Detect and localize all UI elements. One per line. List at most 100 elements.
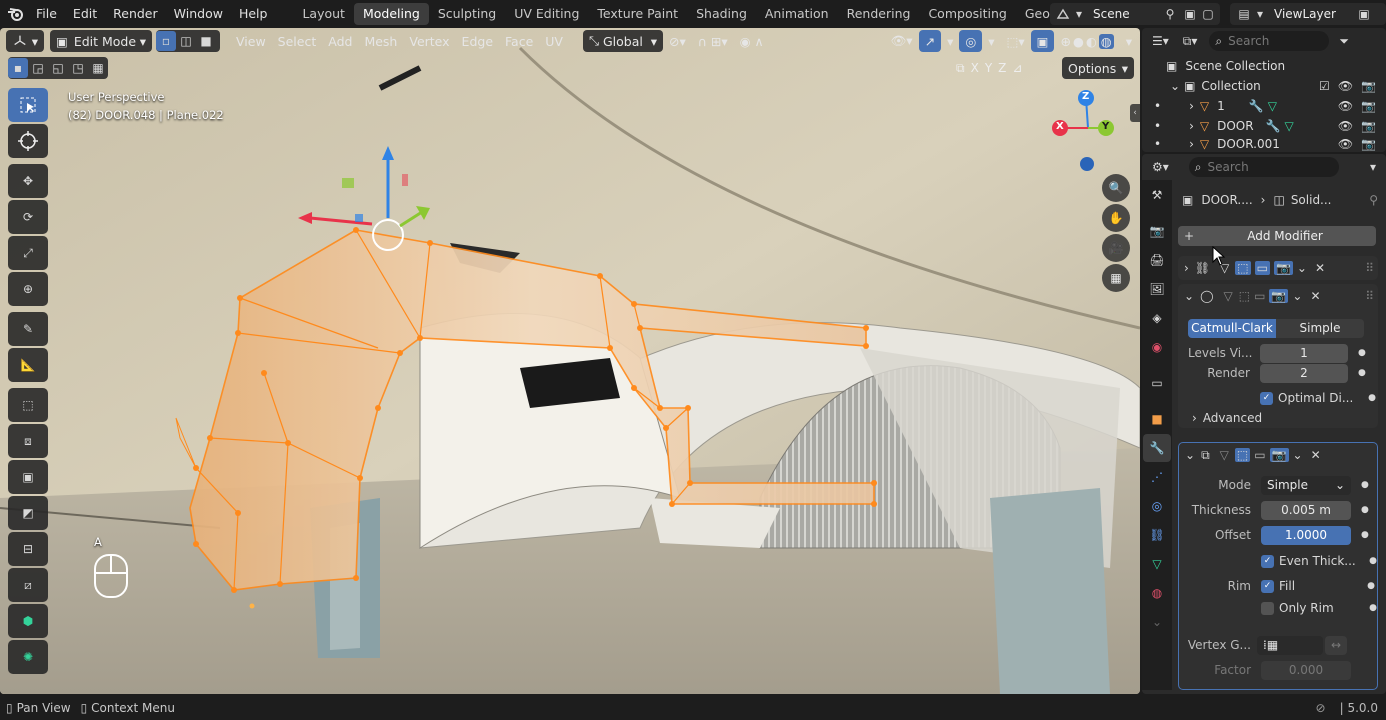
tab-modeling[interactable]: Modeling [353,3,429,25]
sidebar-toggle-icon[interactable]: ‹ [1130,104,1140,122]
annotate-tool-icon[interactable]: ✎ [8,312,48,346]
outliner-collection[interactable]: ⌄ ▣ Collection ☑ 👁 📷 [1142,76,1386,96]
offset-field[interactable]: 1.0000 [1261,525,1351,545]
visibility-icon[interactable]: 👁▾ [884,30,918,52]
overlays-menu-icon[interactable]: ▾ [982,30,1000,52]
constraints-tab-icon[interactable]: ⛓ [1143,521,1171,549]
scene-tab-icon[interactable]: ◈ [1143,304,1171,332]
eye-icon[interactable]: 👁 [1338,79,1353,93]
pan-view-icon[interactable]: ✋ [1102,204,1130,232]
edit-mode-toggle-icon[interactable]: ⬚ [1239,289,1250,303]
select-extend-icon[interactable]: ◲ [28,61,48,75]
eye-icon[interactable]: 👁 [1338,99,1353,113]
new-scene-icon[interactable]: ▣ [1182,6,1198,22]
tab-rendering[interactable]: Rendering [838,3,920,25]
menu-uv[interactable]: UV [539,30,569,52]
render-toggle-icon[interactable]: 📷 [1273,261,1293,275]
tool-tab-icon[interactable]: ⚒ [1143,181,1171,209]
world-tab-icon[interactable]: ◉ [1143,333,1171,361]
on-cage-icon[interactable]: ▽ [1220,448,1229,462]
transform-tool-icon[interactable]: ⊕ [8,272,48,306]
xray-toggle-icon[interactable]: ▣ [1030,30,1055,52]
tab-shading[interactable]: Shading [687,3,756,25]
keyframe-dot-icon[interactable]: ● [1358,348,1366,358]
pin-icon[interactable]: ⚲ [1369,193,1378,207]
mirror-icon[interactable]: ⧉ [956,61,965,76]
close-icon[interactable]: ✕ [1310,289,1320,303]
tab-texture-paint[interactable]: Texture Paint [588,3,687,25]
select-invert-icon[interactable]: ◳ [68,61,88,75]
tab-uv-editing[interactable]: UV Editing [505,3,588,25]
thickness-field[interactable]: 0.005 m [1261,500,1351,520]
spin-tool-icon[interactable]: ✺ [8,640,48,674]
mirror-y[interactable]: Y [985,61,992,75]
poly-build-tool-icon[interactable]: ⬢ [8,604,48,638]
orientation-selector[interactable]: ⤡ Global ▾ [582,30,663,52]
3d-viewport[interactable]: ▾ ▣ Edit Mode ▾ ▫ ◫ ■ View Select Add Me… [0,28,1140,694]
catmull-clark-button[interactable]: Catmull-Clark [1188,318,1276,338]
add-modifier-button[interactable]: + Add Modifier [1178,226,1376,246]
pivot-icon[interactable]: ⊘▾ [663,30,692,52]
factor-field[interactable]: 0.000 [1261,660,1351,680]
properties-search[interactable]: ⌕ Search [1188,157,1339,177]
knife-tool-icon[interactable]: ⧄ [8,568,48,602]
vertex-group-field[interactable]: ⁞▦ [1257,635,1323,655]
collection-tab-icon[interactable]: ▭ [1143,369,1171,397]
select-new-icon[interactable]: ▪ [8,58,28,78]
camera-icon[interactable]: 📷 [1361,119,1376,133]
mirror-z[interactable]: Z [998,61,1006,75]
expand-chevron-icon[interactable]: › [1184,261,1189,275]
menu-file[interactable]: File [28,0,65,28]
overlays-toggle-icon[interactable]: ◎ [959,30,983,52]
expand-chevron-icon[interactable]: › [1189,119,1194,133]
expand-chevron-icon[interactable]: › [1189,137,1194,151]
outliner-search[interactable]: ⌕ Search [1209,31,1330,51]
camera-icon[interactable]: 📷 [1361,79,1376,93]
collapse-chevron-icon[interactable]: ⌄ [1184,289,1194,303]
levels-viewport-field[interactable]: 1 [1260,343,1348,363]
on-cage-icon[interactable]: ▽ [1224,289,1233,303]
blender-logo-icon[interactable] [4,4,28,24]
modifiers-tab-icon[interactable]: 🔧 [1143,434,1171,462]
remove-scene-icon[interactable]: ▢ [1200,6,1216,22]
fill-checkbox[interactable]: ✓ [1261,579,1274,593]
tab-compositing[interactable]: Compositing [919,3,1015,25]
realtime-toggle-icon[interactable]: ▭ [1254,448,1265,462]
mirror-x[interactable]: X [971,61,979,75]
even-thickness-checkbox[interactable]: ✓ [1261,554,1274,568]
invert-vertex-group-button[interactable]: ↔ [1325,635,1347,655]
collapse-chevron-icon[interactable]: ⌄ [1185,448,1195,462]
proportional-edit-icon[interactable]: ◉ ∧ [734,30,770,52]
menu-face[interactable]: Face [499,30,539,52]
tab-layout[interactable]: Layout [293,3,354,25]
render-toggle-icon[interactable]: 📷 [1269,448,1289,462]
keyframe-dot-icon[interactable]: ● [1361,505,1369,515]
outliner-item[interactable]: • › ▽ DOOR 🔧 ▽ 👁 📷 [1142,116,1386,136]
optimal-display-checkbox[interactable]: ✓ [1260,391,1273,405]
display-mode-icon[interactable]: ⧉▾ [1183,34,1198,49]
inset-tool-icon[interactable]: ▣ [8,460,48,494]
chevron-down-icon[interactable]: ▾ [1370,160,1376,174]
bevel-tool-icon[interactable]: ◩ [8,496,48,530]
eye-icon[interactable]: 👁 [1338,119,1353,133]
expand-chevron-icon[interactable]: ⌄ [1170,79,1180,93]
object-tab-icon[interactable]: ■ [1143,405,1171,433]
options-button[interactable]: Options ▾ [1062,57,1134,79]
shading-menu-icon[interactable]: ▾ [1120,30,1138,52]
output-tab-icon[interactable]: 🖨 [1143,246,1171,274]
realtime-toggle-icon[interactable]: ▭ [1254,261,1270,275]
select-intersect-icon[interactable]: ▦ [88,61,108,75]
select-box-tool-icon[interactable] [8,88,48,122]
outliner-item[interactable]: • › ▽ DOOR.001 👁 📷 [1142,136,1386,152]
zoom-view-icon[interactable]: 🔍 [1102,174,1130,202]
render-tab-icon[interactable]: 📷 [1143,217,1171,245]
solid-shading-icon[interactable]: ● [1073,34,1084,49]
menu-window[interactable]: Window [166,0,231,28]
tab-animation[interactable]: Animation [756,3,838,25]
particles-tab-icon[interactable]: ⋰ [1143,463,1171,491]
menu-view[interactable]: View [230,30,272,52]
keyframe-dot-icon[interactable]: ● [1358,368,1366,378]
menu-render[interactable]: Render [105,0,166,28]
gizmo-toggle-icon[interactable]: ↗ [918,30,942,52]
eye-icon[interactable]: 👁 [1338,137,1353,151]
